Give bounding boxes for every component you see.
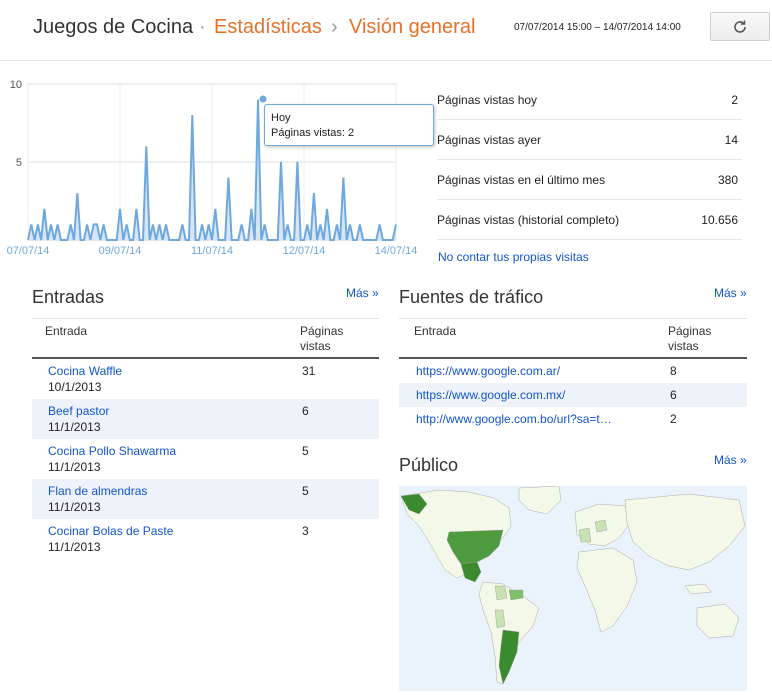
x-tick-label: 11/07/14 bbox=[191, 245, 233, 257]
fuentes-col-entrada: Entrada bbox=[414, 324, 457, 338]
source-link[interactable]: https://www.google.com.ar/ bbox=[416, 364, 560, 378]
region-argentina bbox=[498, 629, 520, 685]
entradas-more-link[interactable]: Más » bbox=[346, 286, 379, 300]
x-tick-label: 12/07/14 bbox=[283, 245, 326, 257]
entradas-title: Entradas bbox=[32, 287, 105, 307]
post-link[interactable]: Flan de almendras bbox=[48, 484, 147, 498]
entradas-table-header: Entrada Páginas vistas bbox=[32, 318, 379, 359]
tooltip-title: Hoy bbox=[271, 112, 291, 124]
stat-label: Páginas vistas en el último mes bbox=[437, 172, 606, 187]
audience-map[interactable] bbox=[399, 486, 747, 691]
post-link[interactable]: Cocinar Bolas de Paste bbox=[48, 524, 173, 538]
stat-value: 14 bbox=[724, 132, 738, 147]
entradas-col-views: Páginas vistas bbox=[300, 324, 343, 354]
stat-value: 10.656 bbox=[701, 212, 738, 227]
post-date: 11/1/2013 bbox=[48, 460, 101, 474]
region-spain bbox=[578, 527, 592, 543]
region-germany bbox=[594, 519, 608, 533]
breadcrumb-estadisticas[interactable]: Estadísticas bbox=[214, 16, 322, 39]
refresh-button[interactable] bbox=[710, 12, 770, 41]
entradas-col-entrada: Entrada bbox=[45, 324, 88, 338]
stat-row: Páginas vistas en el último mes 380 bbox=[437, 160, 742, 200]
fuentes-title: Fuentes de tráfico bbox=[399, 287, 544, 307]
region-venezuela bbox=[508, 589, 524, 601]
fuentes-col-views: Páginas vistas bbox=[668, 324, 711, 354]
y-tick-label: 10 bbox=[10, 79, 22, 91]
table-row: Beef pastor 11/1/2013 6 bbox=[32, 399, 379, 439]
stat-label: Páginas vistas (historial completo) bbox=[437, 212, 620, 227]
table-row: Flan de almendras 11/1/2013 5 bbox=[32, 479, 379, 519]
stat-label: Páginas vistas hoy bbox=[437, 92, 538, 107]
table-row: Cocina Waffle 10/1/2013 31 bbox=[32, 359, 379, 399]
entradas-list: Cocina Waffle 10/1/2013 31 Beef pastor 11/1/… bbox=[32, 359, 379, 559]
fuentes-table-header: Entrada Páginas vistas bbox=[399, 318, 747, 359]
region-peru bbox=[494, 609, 506, 629]
entradas-col-views-line2: vistas bbox=[300, 339, 331, 353]
stat-row: Páginas vistas (historial completo) 10.65… bbox=[437, 200, 742, 240]
post-date: 11/1/2013 bbox=[48, 500, 101, 514]
post-views: 6 bbox=[302, 404, 309, 418]
fuentes-col-views-line1: Páginas bbox=[668, 324, 712, 338]
x-tick-label: 07/07/14 bbox=[7, 245, 50, 257]
region-mexico bbox=[460, 561, 482, 583]
date-range: 07/07/2014 15:00 – 14/07/2014 14:00 bbox=[514, 22, 681, 33]
table-row: https://www.google.com.mx/6 bbox=[399, 383, 747, 407]
post-views: 5 bbox=[302, 484, 309, 498]
source-link[interactable]: http://www.google.com.bo/url?sa=t… bbox=[416, 412, 612, 426]
stat-value: 2 bbox=[731, 92, 738, 107]
stat-row: Páginas vistas ayer 14 bbox=[437, 120, 742, 160]
stats-summary: Páginas vistas hoy 2 Páginas vistas ayer 14… bbox=[437, 80, 742, 240]
own-visits-link[interactable]: No contar tus propias visitas bbox=[438, 250, 589, 264]
source-views: 6 bbox=[670, 388, 677, 402]
chart-tooltip: Hoy Páginas vistas: 2 bbox=[264, 104, 434, 146]
stat-value: 380 bbox=[717, 172, 738, 187]
publico-title: Público bbox=[399, 455, 459, 475]
source-views: 2 bbox=[670, 412, 677, 426]
post-date: 10/1/2013 bbox=[48, 380, 102, 394]
stat-row: Páginas vistas hoy 2 bbox=[437, 80, 742, 120]
post-views: 5 bbox=[302, 444, 309, 458]
breadcrumb-separator: › bbox=[331, 16, 338, 38]
tooltip-value: Páginas vistas: 2 bbox=[271, 127, 355, 139]
fuentes-list: https://www.google.com.ar/8 https://www.g… bbox=[399, 359, 747, 433]
source-views: 8 bbox=[670, 364, 677, 378]
world-map-icon bbox=[400, 486, 746, 685]
page-title: Visión general bbox=[349, 16, 476, 38]
table-row: https://www.google.com.ar/8 bbox=[399, 359, 747, 383]
entradas-col-views-line1: Páginas bbox=[300, 324, 344, 338]
post-link[interactable]: Cocina Pollo Shawarma bbox=[48, 444, 176, 458]
publico-more-link[interactable]: Más » bbox=[714, 453, 747, 467]
x-tick-label: 09/07/14 bbox=[99, 245, 142, 257]
breadcrumb-dot: · bbox=[199, 16, 206, 38]
table-row: Cocina Pollo Shawarma 11/1/2013 5 bbox=[32, 439, 379, 479]
post-date: 11/1/2013 bbox=[48, 420, 101, 434]
stat-label: Páginas vistas ayer bbox=[437, 132, 542, 147]
region-colombia bbox=[494, 585, 508, 601]
post-views: 31 bbox=[302, 364, 316, 378]
post-date: 11/1/2013 bbox=[48, 540, 101, 554]
source-link[interactable]: https://www.google.com.mx/ bbox=[416, 388, 565, 402]
post-link[interactable]: Cocina Waffle bbox=[48, 364, 122, 378]
x-tick-label: 14/07/14 bbox=[375, 245, 418, 257]
fuentes-more-link[interactable]: Más » bbox=[714, 286, 747, 300]
y-tick-label: 5 bbox=[16, 157, 22, 169]
blog-title[interactable]: Juegos de Cocina bbox=[33, 16, 193, 39]
table-row: Cocinar Bolas de Paste 11/1/2013 3 bbox=[32, 519, 379, 559]
post-views: 3 bbox=[302, 524, 309, 538]
today-point bbox=[259, 95, 267, 103]
pageviews-chart: 10 5 07/07/14 09/07/14 11/07/14 12/07/14 14/07… bbox=[7, 79, 418, 257]
fuentes-col-views-line2: vistas bbox=[668, 339, 699, 353]
post-link[interactable]: Beef pastor bbox=[48, 404, 109, 418]
table-row: http://www.google.com.bo/url?sa=t… 2 bbox=[399, 407, 747, 431]
refresh-icon bbox=[734, 20, 746, 33]
